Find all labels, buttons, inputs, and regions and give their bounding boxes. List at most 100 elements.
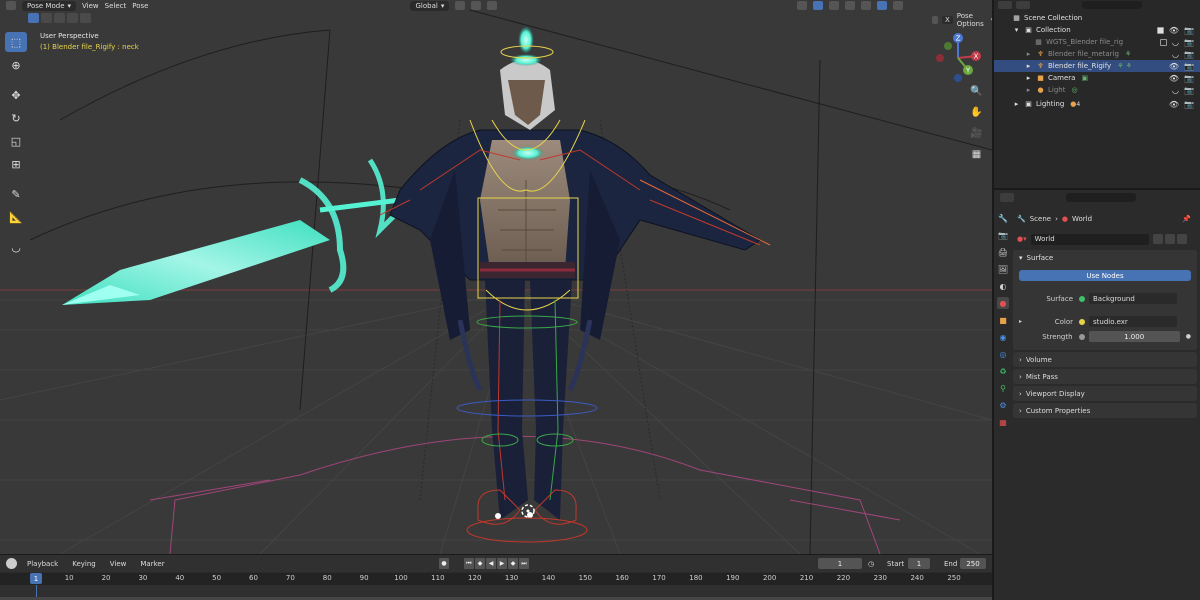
expand-arrow-icon[interactable]: ▸ xyxy=(1024,74,1033,83)
proportional-icon[interactable] xyxy=(487,1,498,10)
mode-dropdown[interactable]: Pose Mode ▾ xyxy=(22,0,77,11)
breadcrumb-scene[interactable]: Scene xyxy=(1030,215,1051,223)
shading-rendered-icon[interactable] xyxy=(893,1,904,10)
outliner-search-input[interactable] xyxy=(1082,1,1142,9)
menu-view[interactable]: View xyxy=(82,2,99,10)
scale-icon[interactable]: ◱ xyxy=(5,131,27,151)
expand-arrow-icon[interactable]: ▾ xyxy=(1012,26,1021,35)
camera-icon[interactable]: 📷 xyxy=(1184,100,1194,109)
play-icon[interactable]: ▶ xyxy=(497,558,507,569)
properties-editor-type-button[interactable] xyxy=(1000,193,1014,202)
breadcrumb-world[interactable]: World xyxy=(1072,215,1092,223)
zoom-icon[interactable]: 🔍 xyxy=(969,84,984,99)
prev-key-icon[interactable]: ◆ xyxy=(475,558,485,569)
shading-wire-icon[interactable] xyxy=(845,1,856,10)
jump-end-icon[interactable]: ⏭ xyxy=(519,558,529,569)
display-mode-button[interactable] xyxy=(1016,1,1030,9)
3d-viewport[interactable]: Pose Mode ▾ View Select Pose Global ▾ ⬚ … xyxy=(0,0,992,554)
start-frame-field[interactable]: 1 xyxy=(908,558,930,569)
gizmo-icon[interactable] xyxy=(813,1,824,10)
x-mirror-toggle[interactable]: X xyxy=(941,16,953,24)
timeline-track[interactable] xyxy=(0,585,992,600)
frame-ruler[interactable]: 1 10 20 30 40 50 60 70 80 90 100 110 120 130 140 150 16… xyxy=(0,573,992,585)
editor-type-button[interactable] xyxy=(6,1,16,10)
menu-pose[interactable]: Pose xyxy=(132,2,148,10)
move-icon[interactable]: ✥ xyxy=(5,85,27,105)
select-new-icon[interactable] xyxy=(28,13,39,23)
eye-icon[interactable]: 👁 xyxy=(1169,74,1179,83)
fake-user-icon[interactable] xyxy=(1152,234,1163,244)
snap-icon[interactable] xyxy=(471,1,482,10)
world-tab-icon[interactable]: ● xyxy=(997,297,1009,309)
outliner-item[interactable]: ▸ ♆ Blender file_metarig ⚘ ◡ 📷 xyxy=(994,48,1200,60)
select-subtract-icon[interactable] xyxy=(54,13,65,23)
properties-search-input[interactable] xyxy=(1066,193,1136,202)
camera-view-icon[interactable]: 🎥 xyxy=(969,126,984,141)
strength-field[interactable]: 1.000 xyxy=(1088,331,1180,342)
collection-row[interactable]: ▾ ▣ Collection 👁 📷 xyxy=(994,24,1200,36)
pan-hand-icon[interactable]: ✋ xyxy=(969,105,984,120)
tool-tab-icon[interactable]: 🔧 xyxy=(997,212,1009,224)
outliner-item-selected[interactable]: ▸ ♆ Blender file_Rigify ⚘ ⚘ 👁 📷 xyxy=(994,60,1200,72)
lighting-collection-row[interactable]: ▸ ▣ Lighting ● 4 👁 📷 xyxy=(994,98,1200,110)
mirror-icon[interactable] xyxy=(932,16,938,24)
auto-key-icon[interactable]: ● xyxy=(439,558,449,569)
pin-icon[interactable]: 📌 xyxy=(1182,215,1191,223)
texture-tab-icon[interactable]: ▦ xyxy=(997,416,1009,428)
mist-pass-panel[interactable]: › Mist Pass xyxy=(1013,369,1197,384)
menu-keying[interactable]: Keying xyxy=(68,560,100,568)
menu-marker[interactable]: Marker xyxy=(136,560,168,568)
overlays-icon[interactable] xyxy=(797,1,808,10)
camera-icon[interactable]: 📷 xyxy=(1184,74,1194,83)
next-key-icon[interactable]: ◆ xyxy=(508,558,518,569)
jump-start-icon[interactable]: ⏮ xyxy=(464,558,474,569)
physics-tab-icon[interactable]: ♻ xyxy=(997,365,1009,377)
eye-closed-icon[interactable]: ◡ xyxy=(1172,86,1179,95)
unlink-icon[interactable] xyxy=(1176,234,1187,244)
eye-icon[interactable]: 👁 xyxy=(1169,62,1179,71)
current-frame-field[interactable]: 1 xyxy=(818,558,862,569)
grid-ortho-icon[interactable]: ▦ xyxy=(969,147,984,162)
expand-arrow-icon[interactable]: ▸ xyxy=(1012,100,1021,109)
outliner-item[interactable]: ▸ ■ Camera ▣ 👁 📷 xyxy=(994,72,1200,84)
world-name-field[interactable]: World xyxy=(1030,233,1149,245)
end-frame-field[interactable]: 250 xyxy=(960,558,986,569)
annotate-icon[interactable]: ✎ xyxy=(5,184,27,204)
color-texture-field[interactable]: studio.exr xyxy=(1089,316,1177,327)
pose-options-dropdown[interactable]: Pose Options xyxy=(957,12,987,28)
camera-icon[interactable]: 📷 xyxy=(1184,38,1194,47)
use-nodes-button[interactable]: Use Nodes xyxy=(1019,270,1191,281)
camera-icon[interactable]: 📷 xyxy=(1184,50,1194,59)
measure-icon[interactable]: 📐 xyxy=(5,207,27,227)
eye-icon[interactable]: 👁 xyxy=(1169,100,1179,109)
navigation-gizmo[interactable]: Z X Y xyxy=(930,30,986,86)
volume-panel[interactable]: › Volume xyxy=(1013,352,1197,367)
scene-tab-icon[interactable]: ◐ xyxy=(997,280,1009,292)
eye-icon[interactable]: 👁 xyxy=(1169,26,1179,35)
select-intersect-icon[interactable] xyxy=(80,13,91,23)
orientation-dropdown[interactable]: Global ▾ xyxy=(410,0,450,11)
surface-panel-header[interactable]: ▾ Surface xyxy=(1013,250,1197,266)
menu-playback[interactable]: Playback xyxy=(23,560,62,568)
expand-arrow-icon[interactable]: ▸ xyxy=(1024,86,1033,95)
expand-arrow-icon[interactable]: ▸ xyxy=(1024,50,1033,59)
transform-icon[interactable]: ⊞ xyxy=(5,154,27,174)
data-tab-icon[interactable]: ⚙ xyxy=(997,399,1009,411)
constraints-tab-icon[interactable]: ⚲ xyxy=(997,382,1009,394)
expand-arrow-icon[interactable]: ▸ xyxy=(1024,62,1033,71)
select-box-icon[interactable]: ⬚ xyxy=(5,32,27,52)
select-extend-icon[interactable] xyxy=(41,13,52,23)
xray-icon[interactable] xyxy=(829,1,840,10)
keyframe-dot-icon[interactable]: ● xyxy=(1186,333,1191,340)
collection-checkbox[interactable] xyxy=(1156,26,1164,34)
outliner-item[interactable]: ▦ WGTS_Blender file_rig ◡ 📷 xyxy=(994,36,1200,48)
scene-collection-row[interactable]: ▦ Scene Collection xyxy=(994,12,1200,24)
shading-material-icon[interactable] xyxy=(877,1,888,10)
camera-icon[interactable]: 📷 xyxy=(1184,62,1194,71)
camera-icon[interactable]: 📷 xyxy=(1184,86,1194,95)
outliner-item[interactable]: ▸ ● Light ◎ ◡ 📷 xyxy=(994,84,1200,96)
menu-select[interactable]: Select xyxy=(105,2,127,10)
viewport-display-panel[interactable]: › Viewport Display xyxy=(1013,386,1197,401)
surface-shader-field[interactable]: Background xyxy=(1089,293,1177,304)
world-browse-icon[interactable]: ●▾ xyxy=(1017,235,1027,243)
